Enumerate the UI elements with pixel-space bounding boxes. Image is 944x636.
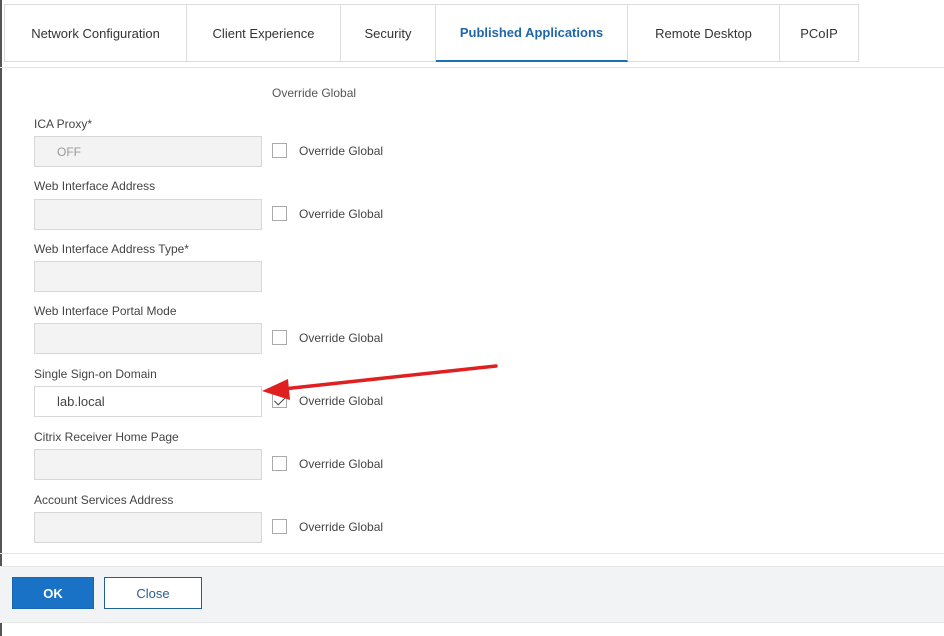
single-sign-on-domain-label: Single Sign-on Domain [34, 367, 157, 381]
close-button[interactable]: Close [104, 577, 202, 609]
web-interface-portal-mode-label: Web Interface Portal Mode [34, 304, 177, 318]
web-interface-address-input[interactable] [34, 199, 262, 230]
single-sign-on-domain-override[interactable]: Override Global [272, 393, 383, 408]
tab-pcoip[interactable]: PCoIP [780, 5, 859, 62]
ica-proxy-override[interactable]: Override Global [272, 143, 383, 158]
web-interface-portal-mode-override[interactable]: Override Global [272, 330, 383, 345]
tab-divider [0, 67, 944, 68]
tab-client-experience[interactable]: Client Experience [187, 5, 341, 62]
account-services-address-label: Account Services Address [34, 493, 174, 507]
tab-network-configuration[interactable]: Network Configuration [4, 5, 187, 62]
citrix-receiver-home-page-override-checkbox[interactable] [272, 456, 287, 471]
web-interface-address-override[interactable]: Override Global [272, 206, 383, 221]
single-sign-on-domain-override-checkbox[interactable] [272, 393, 287, 408]
web-interface-address-override-checkbox[interactable] [272, 206, 287, 221]
citrix-receiver-home-page-override[interactable]: Override Global [272, 456, 383, 471]
account-services-address-input[interactable] [34, 512, 262, 543]
account-services-address-override-checkbox[interactable] [272, 519, 287, 534]
override-column-header: Override Global [272, 86, 357, 100]
tab-remote-desktop[interactable]: Remote Desktop [628, 5, 780, 62]
window-left-border [0, 0, 2, 636]
web-interface-portal-mode-override-checkbox[interactable] [272, 330, 287, 345]
ok-button[interactable]: OK [12, 577, 94, 609]
web-interface-address-override-label: Override Global [299, 206, 384, 221]
ica-proxy-override-label: Override Global [299, 143, 384, 158]
account-services-address-override[interactable]: Override Global [272, 519, 383, 534]
web-interface-address-type-select[interactable] [34, 261, 262, 292]
content-footer-divider [0, 553, 944, 554]
tab-published-applications[interactable]: Published Applications [436, 5, 628, 62]
citrix-receiver-home-page-input[interactable] [34, 449, 262, 480]
citrix-receiver-home-page-override-label: Override Global [299, 456, 384, 471]
web-interface-portal-mode-override-label: Override Global [299, 330, 384, 345]
citrix-receiver-home-page-label: Citrix Receiver Home Page [34, 430, 179, 444]
tab-bar: Network Configuration Client Experience … [4, 4, 859, 63]
web-interface-address-type-label: Web Interface Address Type* [34, 242, 189, 256]
single-sign-on-domain-override-label: Override Global [299, 393, 384, 408]
single-sign-on-domain-input[interactable]: lab.local [34, 386, 262, 417]
web-interface-portal-mode-select[interactable] [34, 323, 262, 354]
arrow-shaft [281, 364, 498, 391]
web-interface-address-label: Web Interface Address [34, 179, 156, 193]
ica-proxy-label: ICA Proxy* [34, 117, 93, 131]
tab-security[interactable]: Security [341, 5, 436, 62]
account-services-address-override-label: Override Global [299, 519, 384, 534]
ica-proxy-override-checkbox[interactable] [272, 143, 287, 158]
ica-proxy-select[interactable]: OFF [34, 136, 262, 167]
